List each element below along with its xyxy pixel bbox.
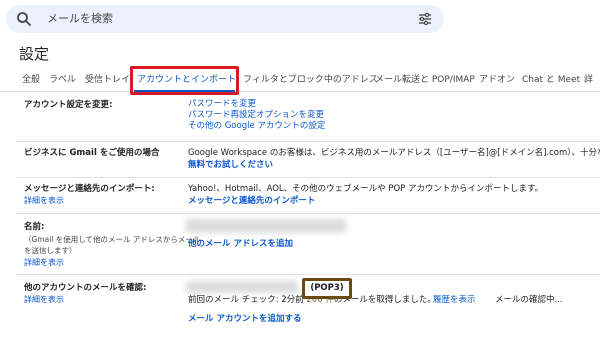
search-input[interactable]: メールを検索 (47, 11, 113, 27)
tab-forwarding[interactable]: メール転送と POP/IMAP (375, 73, 475, 87)
page-title: 設定 (19, 45, 50, 63)
free-trial-link[interactable]: 無料でお試しください (188, 160, 273, 171)
import-text: Yahoo!、Hotmail、AOL、その他のウェブメールや POP アカウント… (188, 184, 544, 194)
pop3-highlight-box: (POP3) (302, 278, 352, 299)
name-details-link[interactable]: 詳細を表示 (24, 258, 64, 268)
view-history-link[interactable]: 履歴を表示 (433, 295, 476, 306)
name-sub-line1: （Gmail を使用して他のメール アドレスからメール (24, 235, 201, 244)
name-label: 名前: (24, 222, 45, 232)
row-change-account: アカウント設定を変更: パスワードを変更 パスワード再設定オプションを変更 その… (16, 96, 600, 142)
import-details-link[interactable]: 詳細を表示 (24, 196, 64, 206)
import-label: メッセージと連絡先のインポート: (24, 184, 155, 194)
business-text: Google Workspace のお客様は、ビジネス用のメールアドレス（[ユー… (188, 148, 600, 158)
redacted-name (186, 219, 346, 233)
change-recovery-link[interactable]: パスワード再設定オプションを変更 (188, 110, 324, 121)
tab-advanced[interactable]: 詳 (584, 73, 593, 87)
row-import: メッセージと連絡先のインポート: 詳細を表示 Yahoo!、Hotmail、AO… (16, 178, 600, 214)
business-label: ビジネスに Gmail をご使用の場合 (24, 148, 160, 158)
tab-addons[interactable]: アドオン (479, 73, 515, 87)
add-mail-account-link[interactable]: メール アカウントを追加する (188, 314, 301, 325)
import-messages-link[interactable]: メッセージと連絡先のインポート (188, 196, 315, 207)
check-mail-label: 他のアカウントのメールを確認: (24, 283, 147, 293)
tab-general[interactable]: 全般 (22, 73, 40, 87)
row-business: ビジネスに Gmail をご使用の場合 Google Workspace のお客… (16, 142, 600, 178)
settings-tabs: 全般 ラベル 受信トレイ アカウントとインポート フィルタとブロック中のアドレス… (0, 70, 600, 92)
checking-mail-text: メールの確認中... (495, 295, 563, 305)
check-mail-details-link[interactable]: 詳細を表示 (24, 295, 64, 305)
tab-chat-meet[interactable]: Chat と Meet (522, 73, 580, 87)
name-sub-line2: を送信します） (24, 246, 77, 255)
row-name: 名前: （Gmail を使用して他のメール アドレスからメール を送信します） … (16, 214, 600, 275)
change-account-label: アカウント設定を変更: (24, 100, 113, 110)
change-password-link[interactable]: パスワードを変更 (188, 99, 256, 110)
search-bar[interactable]: メールを検索 (6, 5, 444, 33)
other-google-settings-link[interactable]: その他の Google アカウントの設定 (188, 121, 325, 132)
add-email-address-link[interactable]: 他のメール アドレスを追加 (188, 239, 293, 250)
tab-inbox[interactable]: 受信トレイ (85, 73, 130, 87)
search-icon[interactable] (16, 11, 32, 27)
tab-labels[interactable]: ラベル (49, 73, 76, 87)
tab-filters[interactable]: フィルタとブロック中のアドレス (243, 73, 378, 87)
highlight-box-tab (130, 66, 239, 95)
redacted-account (186, 281, 298, 293)
search-options-icon[interactable] (418, 12, 432, 26)
